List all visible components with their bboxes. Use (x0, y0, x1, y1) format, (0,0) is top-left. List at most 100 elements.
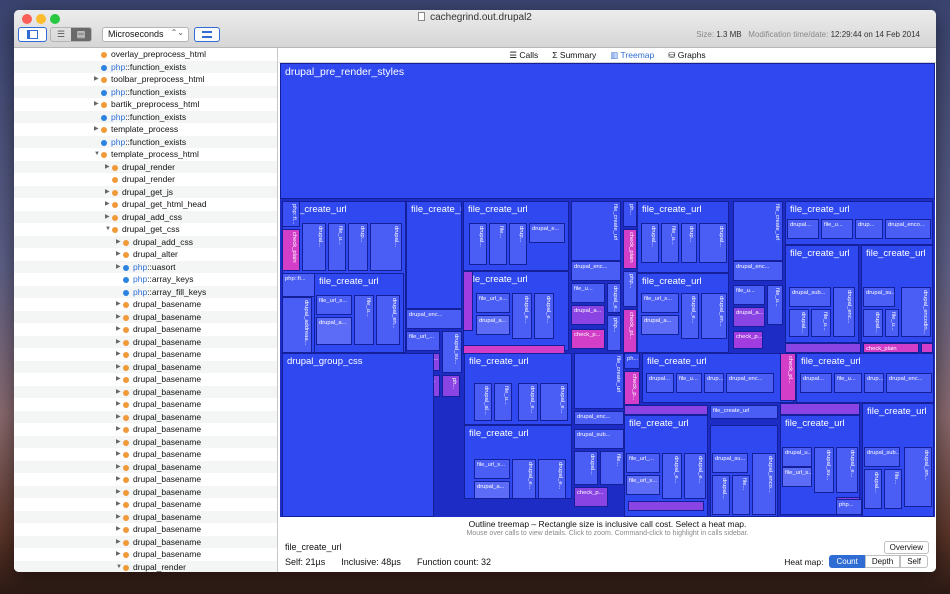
treemap-cell[interactable]: drupal_u... (782, 447, 812, 467)
treemap-cell[interactable]: drupal_addreaa... (282, 297, 312, 353)
treemap-cell[interactable]: file_u... (885, 309, 899, 337)
disclosure-collapsed-icon[interactable]: ▶ (116, 548, 121, 561)
call-tree-row[interactable]: ▶ drupal_basename (14, 398, 277, 411)
disclosure-collapsed-icon[interactable]: ▶ (116, 486, 121, 499)
treemap-cell[interactable]: check_plain (623, 229, 637, 269)
treemap-cell[interactable]: file_url_s... (474, 459, 510, 479)
heat-depth-button[interactable]: Depth (864, 555, 901, 568)
call-tree-sidebar[interactable]: overlay_preprocess_html php::function_exi… (14, 48, 278, 572)
treemap-cell[interactable]: file... (884, 469, 902, 509)
treemap-cell[interactable] (785, 343, 861, 353)
treemap-cell[interactable]: drupal_en... (376, 295, 400, 345)
treemap-cell[interactable]: drupal_a... (571, 305, 605, 325)
treemap-cell[interactable]: check_pl... (780, 353, 796, 401)
call-tree-row[interactable]: drupal_render (14, 173, 277, 186)
call-tree-row[interactable]: ▼ template_process_html (14, 148, 277, 161)
call-tree-row[interactable]: ▶ drupal_basename (14, 535, 277, 549)
treemap-cell[interactable]: file_u... (354, 295, 374, 345)
treemap-cell[interactable]: drupal_e... (836, 447, 858, 493)
treemap-cell[interactable] (624, 405, 708, 415)
call-tree-row[interactable]: ▶ drupal_basename (14, 423, 277, 436)
disclosure-collapsed-icon[interactable]: ▶ (94, 123, 99, 136)
call-tree-row[interactable]: ▶ drupal_basename (14, 360, 277, 373)
treemap-cell[interactable]: drupal... (370, 223, 402, 271)
treemap-cell[interactable] (921, 343, 933, 353)
tab-calls[interactable]: ☰ Calls (509, 48, 538, 62)
treemap-cell[interactable]: drup... (509, 223, 527, 265)
call-tree-row[interactable]: ▶ drupal_basename (14, 310, 277, 324)
disclosure-collapsed-icon[interactable]: ▶ (116, 536, 121, 549)
treemap-cell[interactable]: file_u... (571, 283, 605, 303)
call-tree-row[interactable]: ▶ drupal_get_html_head (14, 198, 277, 211)
call-tree-row[interactable]: ▶ drupal_render (14, 160, 277, 173)
treemap-cell[interactable]: drup... (348, 223, 368, 271)
call-tree-row[interactable]: ▶ drupal_basename (14, 498, 277, 511)
treemap-cell[interactable]: ph... (624, 353, 640, 369)
treemap-cell[interactable]: drupal_enc... (886, 373, 932, 393)
treemap-cell[interactable]: drupal_enc... (406, 309, 462, 329)
treemap-cell[interactable]: drup... (864, 373, 884, 393)
disclosure-collapsed-icon[interactable]: ▶ (116, 473, 121, 486)
disclosure-collapsed-icon[interactable]: ▶ (116, 436, 121, 449)
treemap-cell[interactable]: drupal_su... (442, 331, 462, 373)
disclosure-collapsed-icon[interactable]: ▶ (116, 311, 121, 324)
treemap-cell[interactable]: file_u... (661, 223, 679, 263)
treemap-cell[interactable]: drupal_e... (534, 293, 554, 339)
treemap-cell[interactable]: drupal_enc... (571, 261, 621, 281)
treemap-cell[interactable]: file_u... (733, 285, 765, 305)
treemap-cell[interactable]: file_u... (811, 309, 831, 337)
call-tree-row[interactable]: ▶ drupal_basename (14, 460, 277, 473)
call-tree-row[interactable]: ▶ drupal_basename (14, 323, 277, 336)
disclosure-collapsed-icon[interactable]: ▶ (116, 386, 121, 399)
list-view-icon[interactable]: ☰ (51, 28, 71, 41)
heat-count-button[interactable]: Count (829, 555, 865, 568)
treemap-cell[interactable]: check_plain (282, 229, 300, 271)
treemap-cell[interactable]: drupal_su... (712, 453, 748, 473)
call-tree-row[interactable]: ▶ drupal_basename (14, 298, 277, 311)
call-tree-row[interactable]: ▶ toolbar_preprocess_html (14, 73, 277, 86)
call-tree-row[interactable]: ▶ drupal_basename (14, 335, 277, 348)
overview-button[interactable]: Overview (883, 541, 929, 554)
treemap-cell[interactable] (628, 501, 704, 511)
treemap-cell[interactable]: drupal_e... (512, 293, 532, 339)
call-tree-row[interactable]: ▶ drupal_get_js (14, 185, 277, 199)
treemap-cell[interactable]: check_plain (863, 343, 919, 353)
treemap-cell[interactable]: drupal_al... (474, 383, 492, 421)
disclosure-collapsed-icon[interactable]: ▶ (105, 186, 110, 199)
treemap-cell[interactable]: drupal_enco... (752, 453, 776, 515)
call-tree-row[interactable]: php::function_exists (14, 110, 277, 123)
treemap-cell[interactable]: drupal_e... (518, 383, 538, 421)
call-tree-row[interactable]: ▶ drupal_basename (14, 385, 277, 399)
call-tree-row[interactable]: ▼ drupal_get_css (14, 223, 277, 236)
disclosure-collapsed-icon[interactable]: ▶ (116, 298, 121, 311)
treemap-cell[interactable]: ph... (442, 375, 460, 397)
call-tree-row[interactable]: ▶ drupal_basename (14, 348, 277, 361)
treemap-cell[interactable]: file_u... (821, 219, 853, 239)
options-button[interactable] (194, 27, 220, 42)
treemap-cell[interactable]: file_u... (328, 223, 346, 271)
call-tree-row[interactable]: php::function_exists (14, 85, 277, 98)
treemap-cell[interactable]: drupal_su... (814, 447, 834, 493)
treemap-cell[interactable]: file_url_s... (641, 293, 679, 313)
disclosure-collapsed-icon[interactable]: ▶ (105, 198, 110, 211)
treemap-cell[interactable]: drupal_su... (863, 287, 895, 307)
treemap-cell[interactable]: file_url_s... (476, 293, 510, 313)
disclosure-collapsed-icon[interactable]: ▶ (116, 348, 121, 361)
call-tree-row[interactable]: ▶ drupal_add_css (14, 235, 277, 248)
treemap-cell[interactable]: drupal... (302, 223, 326, 271)
treemap-cell[interactable]: file_url_s... (626, 475, 660, 495)
call-tree-row[interactable]: ▶ drupal_basename (14, 435, 277, 449)
disclosure-collapsed-icon[interactable]: ▶ (94, 98, 99, 111)
treemap-cell[interactable]: php... (607, 315, 621, 351)
treemap-cell[interactable]: file_u... (494, 383, 512, 421)
disclosure-collapsed-icon[interactable]: ▶ (94, 73, 99, 86)
treemap-cell[interactable]: file... (489, 223, 507, 265)
unit-select[interactable]: Microseconds ⌃⌄ (102, 27, 189, 42)
heat-self-button[interactable]: Self (900, 555, 928, 568)
treemap-cell[interactable]: drupal_pre_render_styles (280, 63, 935, 199)
disclosure-collapsed-icon[interactable]: ▶ (116, 523, 121, 536)
call-tree-row[interactable]: ▶ drupal_add_css (14, 210, 277, 224)
disclosure-collapsed-icon[interactable]: ▶ (105, 211, 110, 224)
treemap-cell[interactable]: check_p... (624, 371, 640, 405)
call-tree-row[interactable]: ▶ bartik_preprocess_html (14, 98, 277, 111)
